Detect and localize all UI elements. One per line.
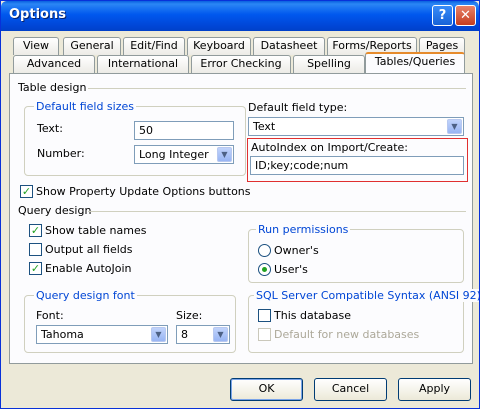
- default-field-sizes-group: [24, 106, 246, 176]
- show-property-update-label: Show Property Update Options buttons: [36, 185, 251, 198]
- tab-datasheet[interactable]: Datasheet: [253, 37, 325, 55]
- tab-edit-find[interactable]: Edit/Find: [123, 37, 185, 55]
- sql-server-group: [248, 295, 464, 353]
- tab-view[interactable]: View: [13, 37, 59, 55]
- autoindex-label: AutoIndex on Import/Create:: [251, 141, 408, 154]
- default-field-type-value: Text: [253, 120, 276, 133]
- show-table-names-label: Show table names: [45, 224, 147, 237]
- help-icon: ?: [438, 8, 447, 23]
- number-size-select[interactable]: Long Integer ▼: [134, 145, 234, 164]
- tab-general[interactable]: General: [63, 37, 121, 55]
- font-label: Font:: [36, 309, 64, 322]
- query-font-group: [24, 295, 236, 353]
- default-field-type-select[interactable]: Text ▼: [248, 117, 464, 136]
- checkmark-icon: ✓: [30, 224, 41, 237]
- number-size-label: Number:: [37, 147, 85, 160]
- options-dialog: Options ? ✕ View General Edit/Find Keybo…: [0, 0, 480, 409]
- chevron-down-icon[interactable]: ▼: [213, 327, 228, 342]
- close-icon: ✕: [460, 8, 471, 23]
- chevron-down-icon[interactable]: ▼: [447, 119, 462, 134]
- query-font-title: Query design font: [34, 289, 137, 302]
- chevron-down-icon[interactable]: ▼: [151, 327, 166, 342]
- close-button[interactable]: ✕: [455, 5, 476, 26]
- help-button[interactable]: ?: [432, 5, 453, 26]
- size-label: Size:: [176, 309, 203, 322]
- text-size-label: Text:: [37, 122, 63, 135]
- divider: [88, 88, 466, 89]
- checkmark-icon: ✓: [30, 262, 41, 275]
- users-label: User's: [274, 263, 308, 276]
- show-property-update-checkbox[interactable]: ✓: [20, 185, 33, 198]
- show-table-names-checkbox[interactable]: ✓: [29, 224, 42, 237]
- query-design-heading: Query design: [18, 204, 92, 217]
- font-value: Tahoma: [41, 328, 84, 341]
- run-permissions-title: Run permissions: [256, 223, 351, 236]
- tab-tables-queries[interactable]: Tables/Queries: [365, 52, 465, 73]
- enable-autojoin-label: Enable AutoJoin: [45, 262, 132, 275]
- cancel-button[interactable]: Cancel: [314, 378, 387, 401]
- owners-radio[interactable]: [258, 244, 271, 257]
- size-value: 8: [181, 328, 188, 341]
- tab-international[interactable]: International: [97, 55, 189, 73]
- title-bar[interactable]: Options ? ✕: [1, 1, 479, 31]
- window-title: Options: [9, 7, 66, 22]
- sql-server-title: SQL Server Compatible Syntax (ANSI 92): [254, 289, 479, 302]
- users-radio[interactable]: [258, 263, 271, 276]
- divider: [88, 211, 466, 212]
- default-field-sizes-title: Default field sizes: [34, 100, 136, 113]
- font-select[interactable]: Tahoma ▼: [36, 325, 168, 344]
- table-design-heading: Table design: [18, 81, 87, 94]
- owners-label: Owner's: [274, 244, 319, 257]
- size-select[interactable]: 8 ▼: [176, 325, 230, 344]
- output-all-fields-checkbox[interactable]: [29, 243, 42, 256]
- default-new-databases-label: Default for new databases: [274, 328, 420, 341]
- this-database-label: This database: [274, 309, 351, 322]
- tab-error-checking[interactable]: Error Checking: [191, 55, 291, 73]
- output-all-fields-label: Output all fields: [45, 243, 133, 256]
- chevron-down-icon[interactable]: ▼: [217, 147, 232, 162]
- number-size-value: Long Integer: [139, 148, 209, 161]
- apply-button[interactable]: Apply: [398, 378, 471, 401]
- autoindex-input[interactable]: ID;key;code;num: [250, 156, 464, 175]
- radio-selected-dot: [262, 267, 267, 272]
- tab-keyboard[interactable]: Keyboard: [187, 37, 251, 55]
- this-database-checkbox[interactable]: [258, 309, 271, 322]
- default-field-type-label: Default field type:: [248, 101, 348, 114]
- enable-autojoin-checkbox[interactable]: ✓: [29, 262, 42, 275]
- default-new-databases-checkbox: [258, 328, 271, 341]
- text-size-input[interactable]: 50: [134, 121, 234, 140]
- tab-advanced[interactable]: Advanced: [13, 55, 95, 73]
- checkmark-icon: ✓: [21, 185, 32, 198]
- tab-panel: Table design Default field sizes Text: 5…: [9, 73, 479, 364]
- tab-spelling[interactable]: Spelling: [293, 55, 365, 73]
- ok-button[interactable]: OK: [230, 378, 303, 401]
